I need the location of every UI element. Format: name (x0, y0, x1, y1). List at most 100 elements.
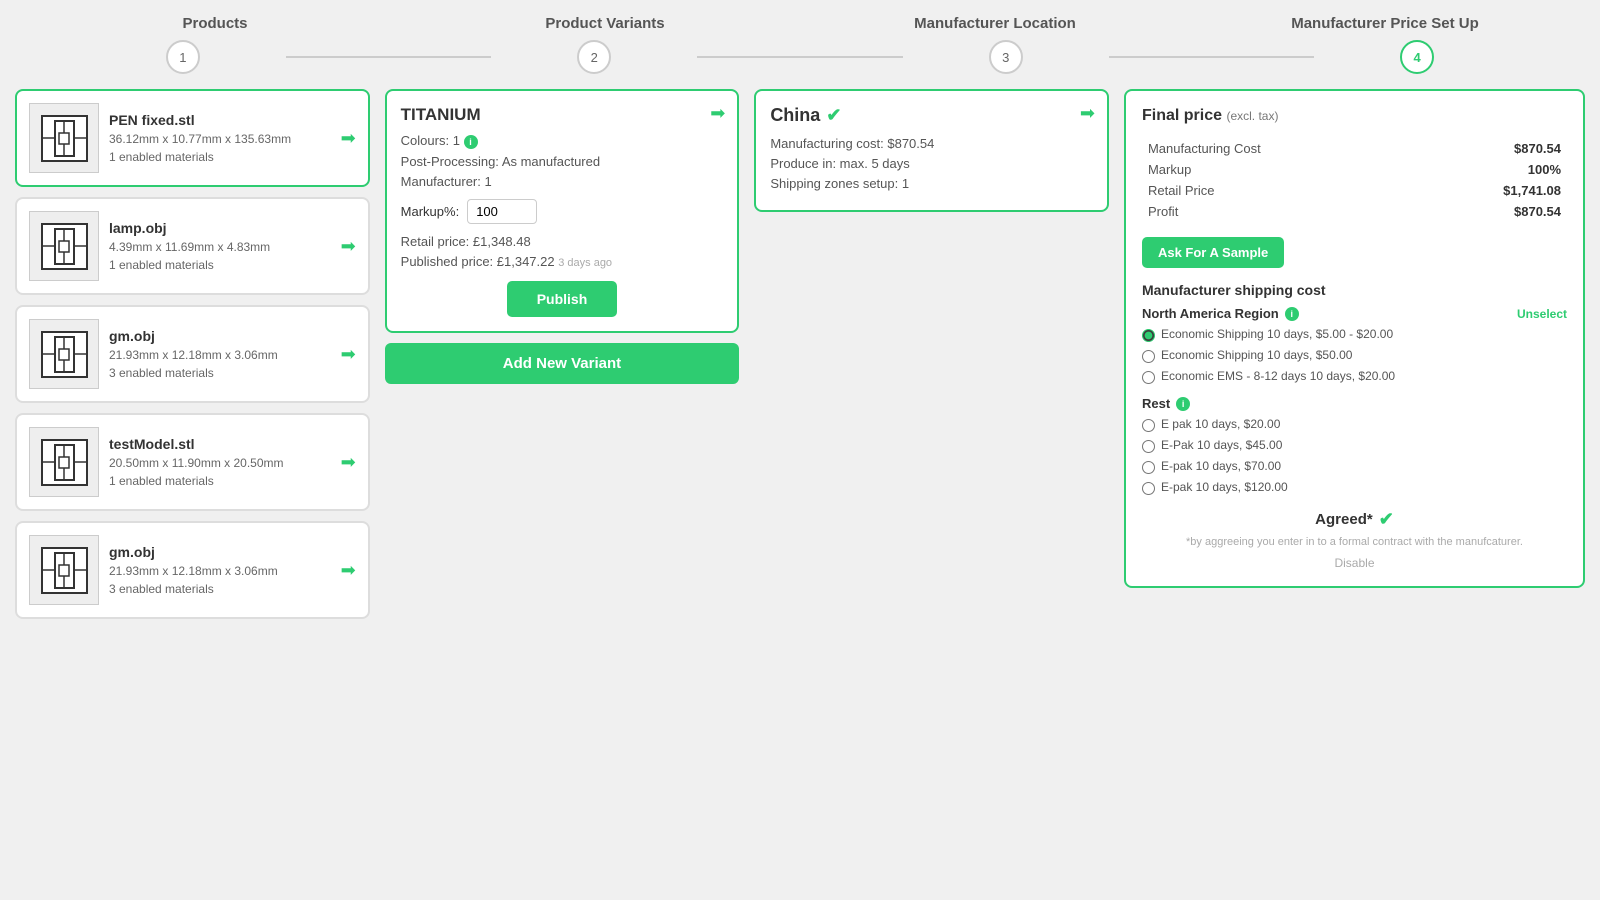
product-dims-0: 36.12mm x 10.77mm x 135.63mm (109, 132, 331, 146)
step-label-1: Products (20, 15, 410, 32)
final-price-title: Final price (excl. tax) (1142, 107, 1567, 125)
price-table: Manufacturing Cost $870.54 Markup 100% R… (1142, 137, 1567, 223)
product-info-0: PEN fixed.stl 36.12mm x 10.77mm x 135.63… (109, 112, 331, 164)
step-label-3: Manufacturer Location (800, 15, 1190, 32)
variant-title: TITANIUM (401, 105, 724, 125)
step-circle-1[interactable]: 1 (166, 40, 200, 74)
rest-section: Rest i E pak 10 days, $20.00 E-Pak 10 da… (1142, 396, 1567, 495)
product-materials-1: 1 enabled materials (109, 258, 331, 272)
product-info-4: gm.obj 21.93mm x 12.18mm x 3.06mm 3 enab… (109, 544, 331, 596)
product-arrow-1[interactable]: ➡ (341, 236, 356, 257)
price-row-0: Manufacturing Cost $870.54 (1144, 139, 1565, 158)
product-info-2: gm.obj 21.93mm x 12.18mm x 3.06mm 3 enab… (109, 328, 331, 380)
product-name-2: gm.obj (109, 328, 331, 344)
wizard-header: Products Product Variants Manufacturer L… (0, 0, 1600, 79)
main-columns: PEN fixed.stl 36.12mm x 10.77mm x 135.63… (0, 79, 1600, 629)
agreed-row: Agreed* ✔ (1142, 509, 1567, 530)
step-labels-row: Products Product Variants Manufacturer L… (20, 15, 1580, 32)
product-card-0[interactable]: PEN fixed.stl 36.12mm x 10.77mm x 135.63… (15, 89, 370, 187)
shipping-option-na-2[interactable]: Economic EMS - 8-12 days 10 days, $20.00 (1142, 369, 1567, 384)
markup-input[interactable] (467, 199, 537, 224)
ask-sample-button[interactable]: Ask For A Sample (1142, 237, 1284, 268)
variants-column: ➡ TITANIUM Colours: 1 i Post-Processing:… (385, 89, 740, 384)
product-materials-3: 1 enabled materials (109, 474, 331, 488)
rest-info-icon[interactable]: i (1176, 397, 1190, 411)
published-price: Published price: £1,347.22 3 days ago (401, 254, 724, 269)
product-thumb-2 (29, 319, 99, 389)
price-column: Final price (excl. tax) Manufacturing Co… (1124, 89, 1585, 588)
shipping-radio-na-1[interactable] (1142, 350, 1155, 363)
product-thumb-1 (29, 211, 99, 281)
product-card-3[interactable]: testModel.stl 20.50mm x 11.90mm x 20.50m… (15, 413, 370, 511)
location-column: ➡ China ✔ Manufacturing cost: $870.54 Pr… (754, 89, 1109, 212)
shipping-option-na-0[interactable]: Economic Shipping 10 days, $5.00 - $20.0… (1142, 327, 1567, 342)
agreed-check-icon: ✔ (1379, 509, 1394, 530)
product-dims-3: 20.50mm x 11.90mm x 20.50mm (109, 456, 331, 470)
shipping-label-na-2: Economic EMS - 8-12 days 10 days, $20.00 (1161, 369, 1395, 383)
price-row-3: Profit $870.54 (1144, 202, 1565, 221)
shipping-radio-rest-1[interactable] (1142, 440, 1155, 453)
shipping-label-rest-2: E-pak 10 days, $70.00 (1161, 459, 1281, 473)
price-label-1: Markup (1144, 160, 1395, 179)
shipping-option-na-1[interactable]: Economic Shipping 10 days, $50.00 (1142, 348, 1567, 363)
unselect-link[interactable]: Unselect (1517, 307, 1567, 321)
variant-card-arrow[interactable]: ➡ (710, 103, 725, 124)
shipping-radio-rest-3[interactable] (1142, 482, 1155, 495)
price-value-2: $1,741.08 (1397, 181, 1565, 200)
product-name-3: testModel.stl (109, 436, 331, 452)
shipping-option-rest-3[interactable]: E-pak 10 days, $120.00 (1142, 480, 1567, 495)
colours-info-icon[interactable]: i (464, 135, 478, 149)
price-value-0: $870.54 (1397, 139, 1565, 158)
agreed-label: Agreed* (1315, 511, 1373, 528)
price-label-0: Manufacturing Cost (1144, 139, 1395, 158)
shipping-radio-na-2[interactable] (1142, 371, 1155, 384)
product-arrow-0[interactable]: ➡ (341, 128, 356, 149)
price-value-3: $870.54 (1397, 202, 1565, 221)
product-name-4: gm.obj (109, 544, 331, 560)
step-label-4: Manufacturer Price Set Up (1190, 15, 1580, 32)
product-materials-4: 3 enabled materials (109, 582, 331, 596)
markup-label: Markup%: (401, 204, 460, 219)
location-card-arrow[interactable]: ➡ (1080, 103, 1095, 124)
manufacturing-cost: Manufacturing cost: $870.54 (770, 136, 1093, 151)
location-card: ➡ China ✔ Manufacturing cost: $870.54 Pr… (754, 89, 1109, 212)
product-dims-2: 21.93mm x 12.18mm x 3.06mm (109, 348, 331, 362)
north-america-region-title: North America Region i Unselect (1142, 306, 1567, 321)
add-variant-button[interactable]: Add New Variant (385, 343, 740, 384)
disable-link[interactable]: Disable (1142, 556, 1567, 570)
product-name-0: PEN fixed.stl (109, 112, 331, 128)
publish-button[interactable]: Publish (507, 281, 618, 317)
step-label-2: Product Variants (410, 15, 800, 32)
variant-post-processing: Post-Processing: As manufactured (401, 154, 724, 169)
product-dims-4: 21.93mm x 12.18mm x 3.06mm (109, 564, 331, 578)
shipping-label-na-0: Economic Shipping 10 days, $5.00 - $20.0… (1161, 327, 1393, 341)
published-ago: 3 days ago (558, 257, 612, 269)
variant-card: ➡ TITANIUM Colours: 1 i Post-Processing:… (385, 89, 740, 333)
shipping-option-rest-1[interactable]: E-Pak 10 days, $45.00 (1142, 438, 1567, 453)
shipping-zones: Shipping zones setup: 1 (770, 176, 1093, 191)
shipping-radio-rest-0[interactable] (1142, 419, 1155, 432)
product-arrow-3[interactable]: ➡ (341, 452, 356, 473)
product-arrow-2[interactable]: ➡ (341, 344, 356, 365)
product-card-4[interactable]: gm.obj 21.93mm x 12.18mm x 3.06mm 3 enab… (15, 521, 370, 619)
price-row-1: Markup 100% (1144, 160, 1565, 179)
shipping-radio-na-0[interactable] (1142, 329, 1155, 342)
product-card-2[interactable]: gm.obj 21.93mm x 12.18mm x 3.06mm 3 enab… (15, 305, 370, 403)
product-arrow-4[interactable]: ➡ (341, 560, 356, 581)
shipping-option-rest-2[interactable]: E-pak 10 days, $70.00 (1142, 459, 1567, 474)
product-card-1[interactable]: lamp.obj 4.39mm x 11.69mm x 4.83mm 1 ena… (15, 197, 370, 295)
shipping-option-rest-0[interactable]: E pak 10 days, $20.00 (1142, 417, 1567, 432)
step-circle-4[interactable]: 4 (1400, 40, 1434, 74)
product-info-3: testModel.stl 20.50mm x 11.90mm x 20.50m… (109, 436, 331, 488)
step-circle-2[interactable]: 2 (577, 40, 611, 74)
product-thumb-0 (29, 103, 99, 173)
shipping-label-na-1: Economic Shipping 10 days, $50.00 (1161, 348, 1352, 362)
step-circle-3[interactable]: 3 (989, 40, 1023, 74)
retail-price: Retail price: £1,348.48 (401, 234, 724, 249)
price-row-2: Retail Price $1,741.08 (1144, 181, 1565, 200)
shipping-radio-rest-2[interactable] (1142, 461, 1155, 474)
location-check-icon: ✔ (826, 105, 841, 126)
rest-region-title: Rest i (1142, 396, 1567, 411)
price-card: Final price (excl. tax) Manufacturing Co… (1124, 89, 1585, 588)
north-america-info-icon[interactable]: i (1285, 307, 1299, 321)
